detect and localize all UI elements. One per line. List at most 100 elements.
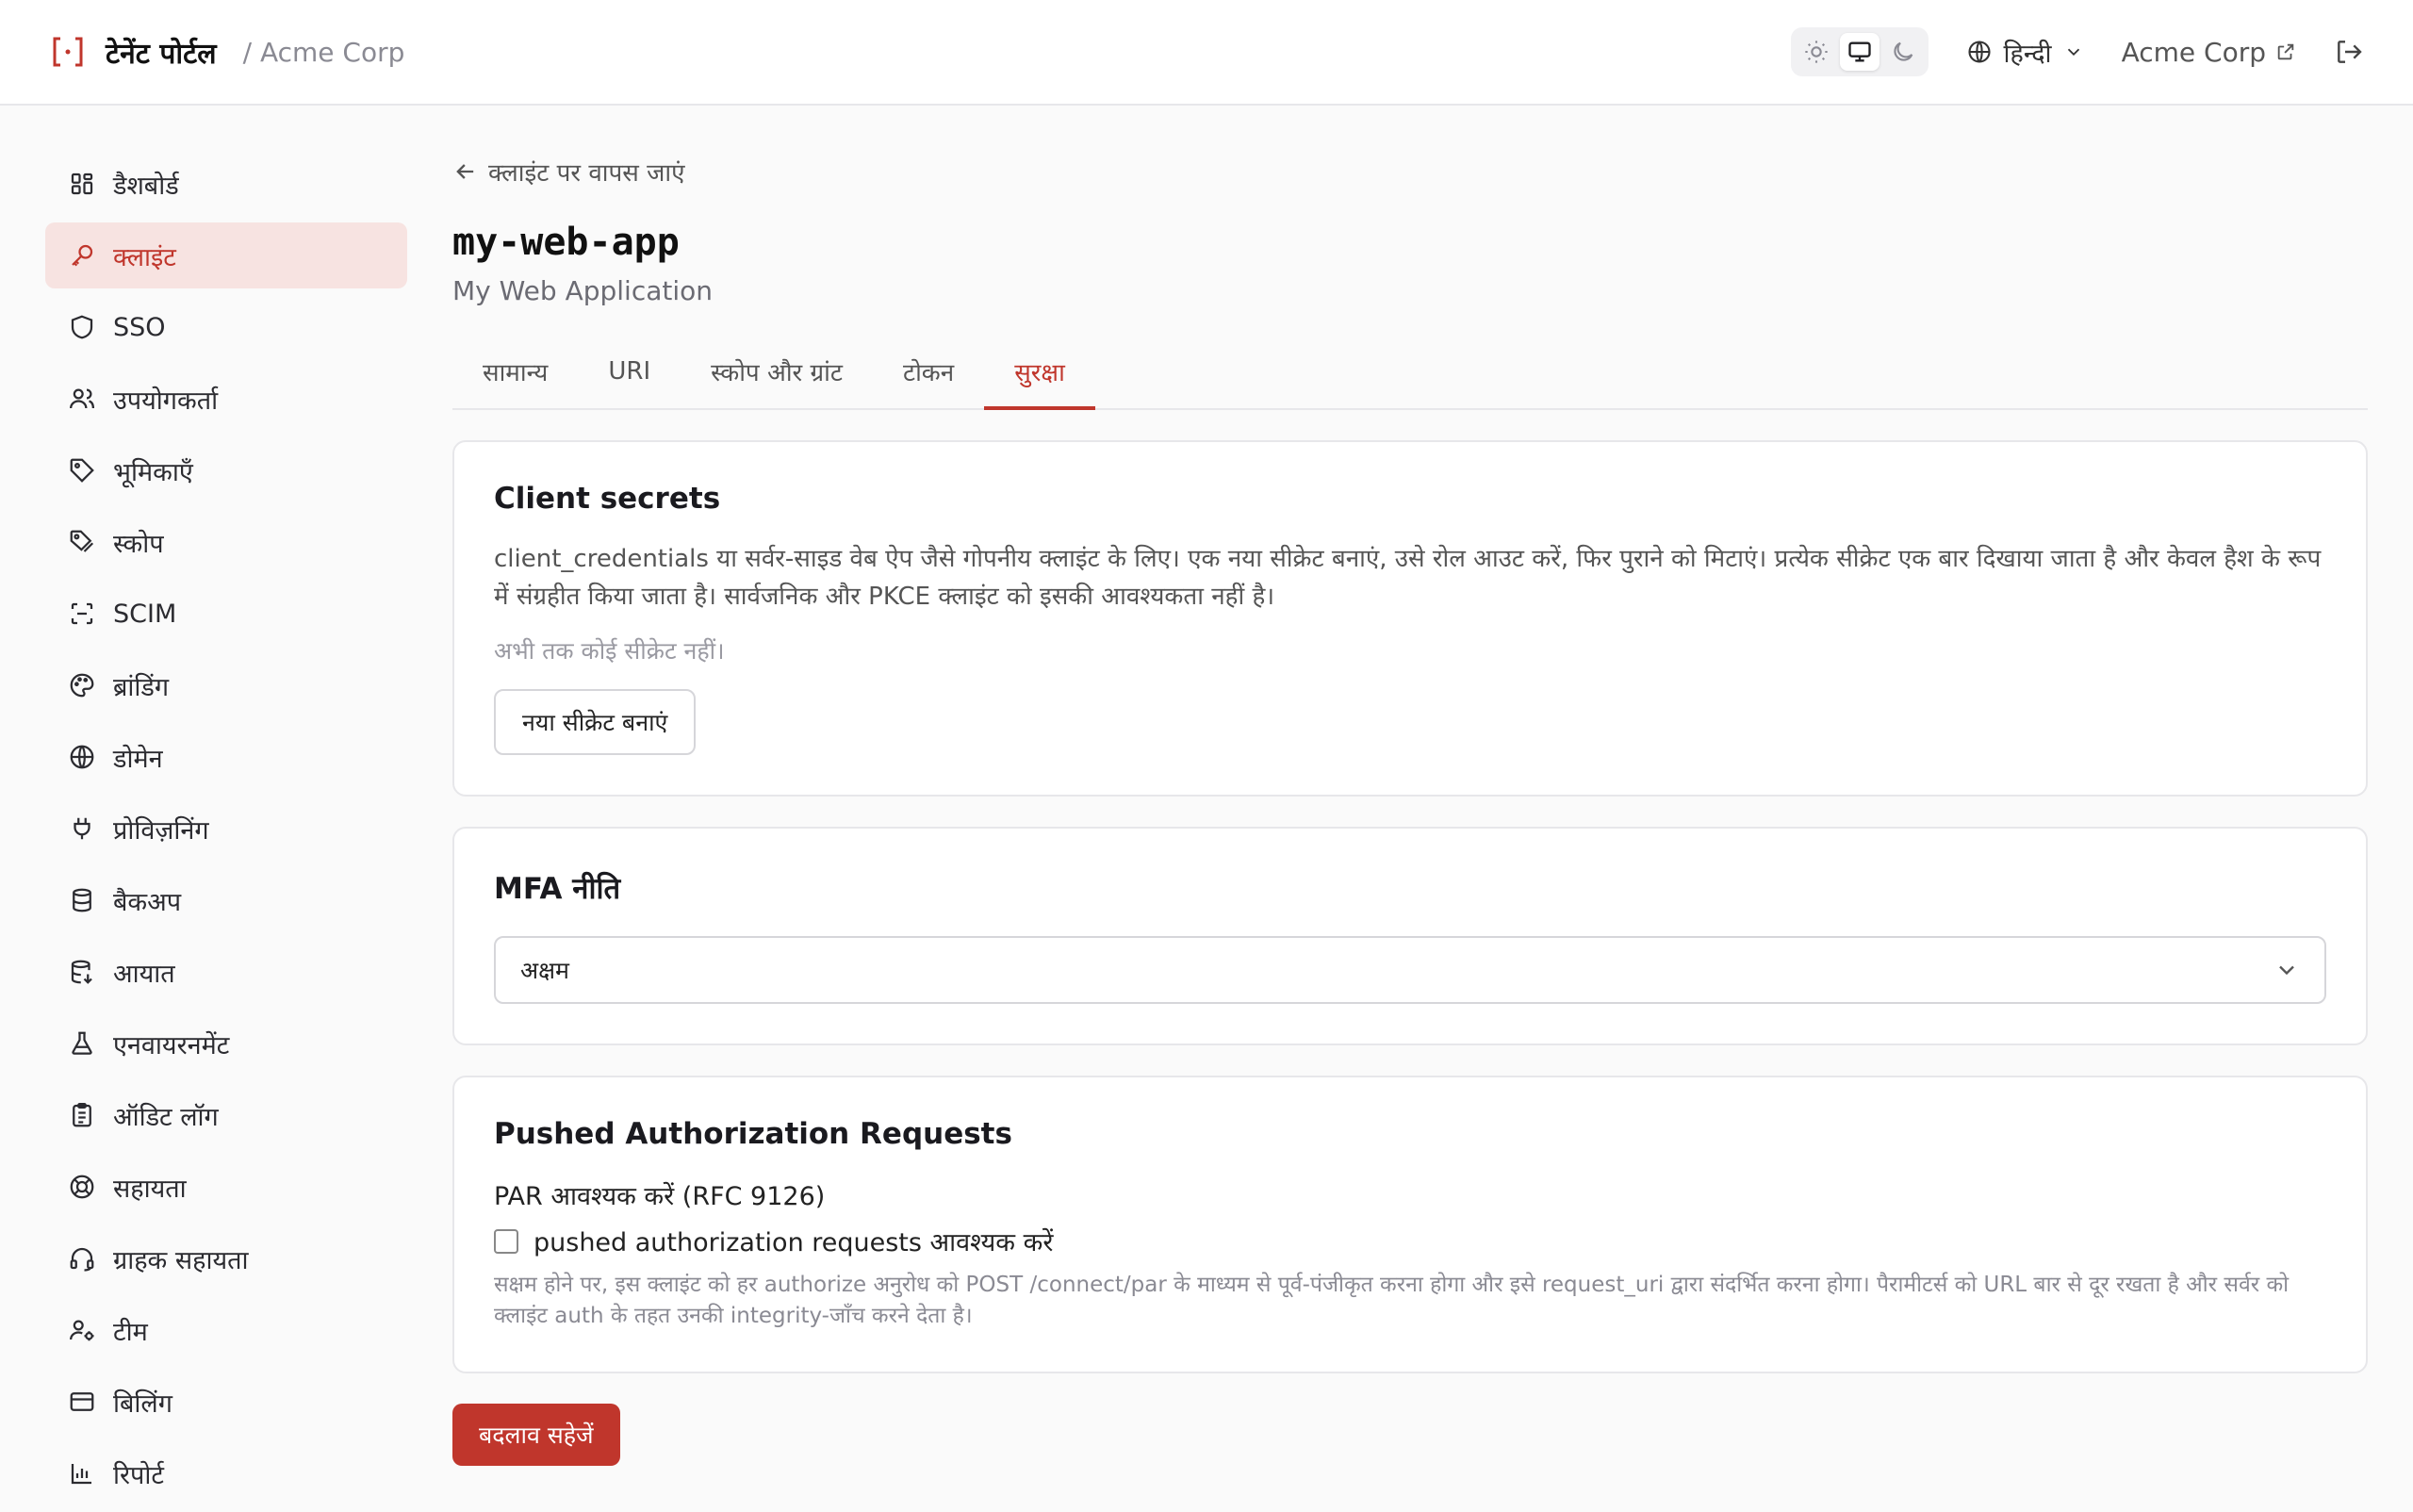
- mfa-policy-card: MFA नीति अक्षम: [452, 827, 2368, 1045]
- language-label: हिन्दी: [2003, 39, 2052, 69]
- theme-dark-button[interactable]: [1883, 33, 1923, 71]
- headset-icon: [70, 1247, 94, 1272]
- tab-uri[interactable]: URI: [578, 335, 681, 408]
- sidebar-item-label: भूमिकाएँ: [113, 457, 193, 487]
- mfa-policy-title: MFA नीति: [494, 872, 621, 906]
- new-secret-button[interactable]: नया सीक्रेट बनाएं: [494, 689, 697, 755]
- sidebar-item-label: SCIM: [113, 599, 177, 629]
- par-label: PAR आवश्यक करें (RFC 9126): [494, 1182, 826, 1211]
- sidebar-item-label: रिपोर्ट: [113, 1460, 164, 1490]
- lifebuoy-icon: [70, 1175, 94, 1199]
- sidebar-item-domains[interactable]: डोमेन: [45, 724, 407, 790]
- back-link[interactable]: क्लाइंट पर वापस जाएं: [452, 151, 2368, 192]
- tab-bar: सामान्य URI स्कोप और ग्रांट टोकन सुरक्षा: [452, 335, 2368, 410]
- sidebar-item-label: प्रोविज़निंग: [113, 815, 209, 846]
- plug-icon: [74, 817, 90, 840]
- theme-switcher: [1790, 27, 1929, 76]
- logout-icon[interactable]: [2334, 37, 2364, 67]
- sidebar: डैशबोर्ड क्लाइंट SSO उपयोगकर्ता भूमिकाएँ…: [45, 151, 407, 1512]
- sidebar-item-label: एनवायरनमेंट: [113, 1030, 230, 1060]
- brand[interactable]: टेनेंट पोर्टल / Acme Corp: [49, 33, 404, 72]
- par-hint: सक्षम होने पर, इस क्लाइंट को हर authoriz…: [494, 1273, 2290, 1328]
- tags-icon: [70, 530, 94, 552]
- sidebar-item-label: डैशबोर्ड: [113, 171, 179, 201]
- client-secrets-card: Client secrets client_credentials या सर्…: [452, 440, 2368, 797]
- page-title: my-web-app: [452, 221, 680, 264]
- external-link-icon: [2277, 43, 2294, 60]
- sidebar-item-roles[interactable]: भूमिकाएँ: [45, 437, 407, 503]
- sidebar-item-reports[interactable]: रिपोर्ट: [45, 1440, 407, 1506]
- chevron-down-icon: [2067, 48, 2079, 57]
- sidebar-item-label: ऑडिट लॉग: [113, 1102, 219, 1132]
- main-content: क्लाइंट पर वापस जाएं my-web-app My Web A…: [452, 151, 2368, 1466]
- globe-icon: [1967, 41, 1991, 63]
- save-changes-button[interactable]: बदलाव सहेजें: [452, 1404, 620, 1466]
- sidebar-item-environment[interactable]: एनवायरनमेंट: [45, 1011, 407, 1076]
- org-external-link[interactable]: Acme Corp: [2122, 37, 2296, 68]
- bar-chart-icon: [71, 1464, 91, 1485]
- flask-icon: [72, 1031, 92, 1055]
- sidebar-item-scim[interactable]: SCIM: [45, 581, 407, 647]
- sidebar-item-dashboard[interactable]: डैशबोर्ड: [45, 151, 407, 217]
- tag-icon: [70, 458, 94, 483]
- dashboard-icon: [71, 173, 93, 195]
- sun-icon: [1804, 41, 1828, 63]
- sidebar-item-label: सहायता: [113, 1174, 187, 1204]
- globe-icon: [70, 745, 94, 769]
- users-icon: [70, 388, 94, 409]
- sidebar-item-team[interactable]: टीम: [45, 1297, 407, 1363]
- palette-icon: [70, 673, 94, 698]
- tab-general[interactable]: सामान्य: [452, 335, 578, 408]
- key-icon: [72, 244, 93, 267]
- org-link-label: Acme Corp: [2121, 36, 2266, 68]
- tab-security[interactable]: सुरक्षा: [984, 335, 1095, 410]
- empty-secrets-text: अभी तक कोई सीक्रेट नहीं।: [494, 637, 725, 665]
- tab-scopes-grants[interactable]: स्कोप और ग्रांट: [681, 335, 873, 408]
- sidebar-item-backup[interactable]: बैकअप: [45, 867, 407, 933]
- moon-icon: [1893, 41, 1912, 61]
- app-title: टेनेंट पोर्टल: [106, 37, 217, 71]
- par-required-checkbox[interactable]: [494, 1228, 518, 1254]
- sidebar-item-provisioning[interactable]: प्रोविज़निंग: [45, 796, 407, 862]
- database-import-icon: [71, 960, 92, 984]
- user-cog-icon: [70, 1320, 94, 1341]
- sidebar-item-label: ब्रांडिंग: [113, 672, 170, 702]
- par-title: Pushed Authorization Requests: [494, 1117, 1012, 1151]
- sidebar-item-scopes[interactable]: स्कोप: [45, 509, 407, 575]
- sidebar-item-billing[interactable]: बिलिंग: [45, 1369, 407, 1435]
- back-link-label: क्लाइंट पर वापस जाएं: [488, 159, 685, 188]
- sidebar-item-users[interactable]: उपयोगकर्ता: [45, 366, 407, 432]
- org-breadcrumb: / Acme Corp: [242, 36, 405, 68]
- chevron-down-icon: [2279, 965, 2294, 976]
- theme-light-button[interactable]: [1797, 33, 1836, 71]
- arrow-left-icon: [456, 164, 474, 179]
- sidebar-item-customer-support[interactable]: ग्राहक सहायता: [45, 1225, 407, 1291]
- sidebar-item-label: क्लाइंट: [113, 242, 176, 272]
- sidebar-item-label: ग्राहक सहायता: [113, 1245, 249, 1275]
- brand-logo-icon: [53, 37, 83, 67]
- theme-system-button[interactable]: [1839, 33, 1880, 71]
- sidebar-item-import[interactable]: आयात: [45, 939, 407, 1005]
- sidebar-item-label: आयात: [113, 959, 175, 989]
- par-checkbox-label: pushed authorization requests आवश्यक करे…: [533, 1228, 1054, 1257]
- mfa-policy-value: अक्षम: [520, 957, 569, 984]
- sidebar-item-audit-log[interactable]: ऑडिट लॉग: [45, 1082, 407, 1148]
- top-bar: टेनेंट पोर्टल / Acme Corp हिन्दी Acme Co…: [0, 0, 2413, 106]
- sidebar-item-label: स्कोप: [113, 529, 164, 559]
- shield-icon: [71, 315, 93, 339]
- credit-card-icon: [70, 1392, 94, 1411]
- mfa-policy-select[interactable]: अक्षम: [494, 936, 2326, 1004]
- par-card: Pushed Authorization Requests PAR आवश्यक…: [452, 1076, 2368, 1373]
- sidebar-item-label: बैकअप: [113, 887, 182, 917]
- language-selector[interactable]: हिन्दी: [1966, 35, 2084, 70]
- scan-icon: [71, 602, 93, 625]
- database-icon: [73, 888, 91, 912]
- par-checkbox-row[interactable]: pushed authorization requests आवश्यक करे…: [494, 1224, 2326, 1258]
- tab-tokens[interactable]: टोकन: [873, 335, 984, 408]
- client-secrets-title: Client secrets: [494, 482, 721, 516]
- sidebar-item-help[interactable]: सहायता: [45, 1154, 407, 1220]
- sidebar-item-clients[interactable]: क्लाइंट: [45, 222, 407, 288]
- sidebar-item-label: SSO: [113, 312, 166, 342]
- sidebar-item-sso[interactable]: SSO: [45, 294, 407, 360]
- sidebar-item-branding[interactable]: ब्रांडिंग: [45, 652, 407, 718]
